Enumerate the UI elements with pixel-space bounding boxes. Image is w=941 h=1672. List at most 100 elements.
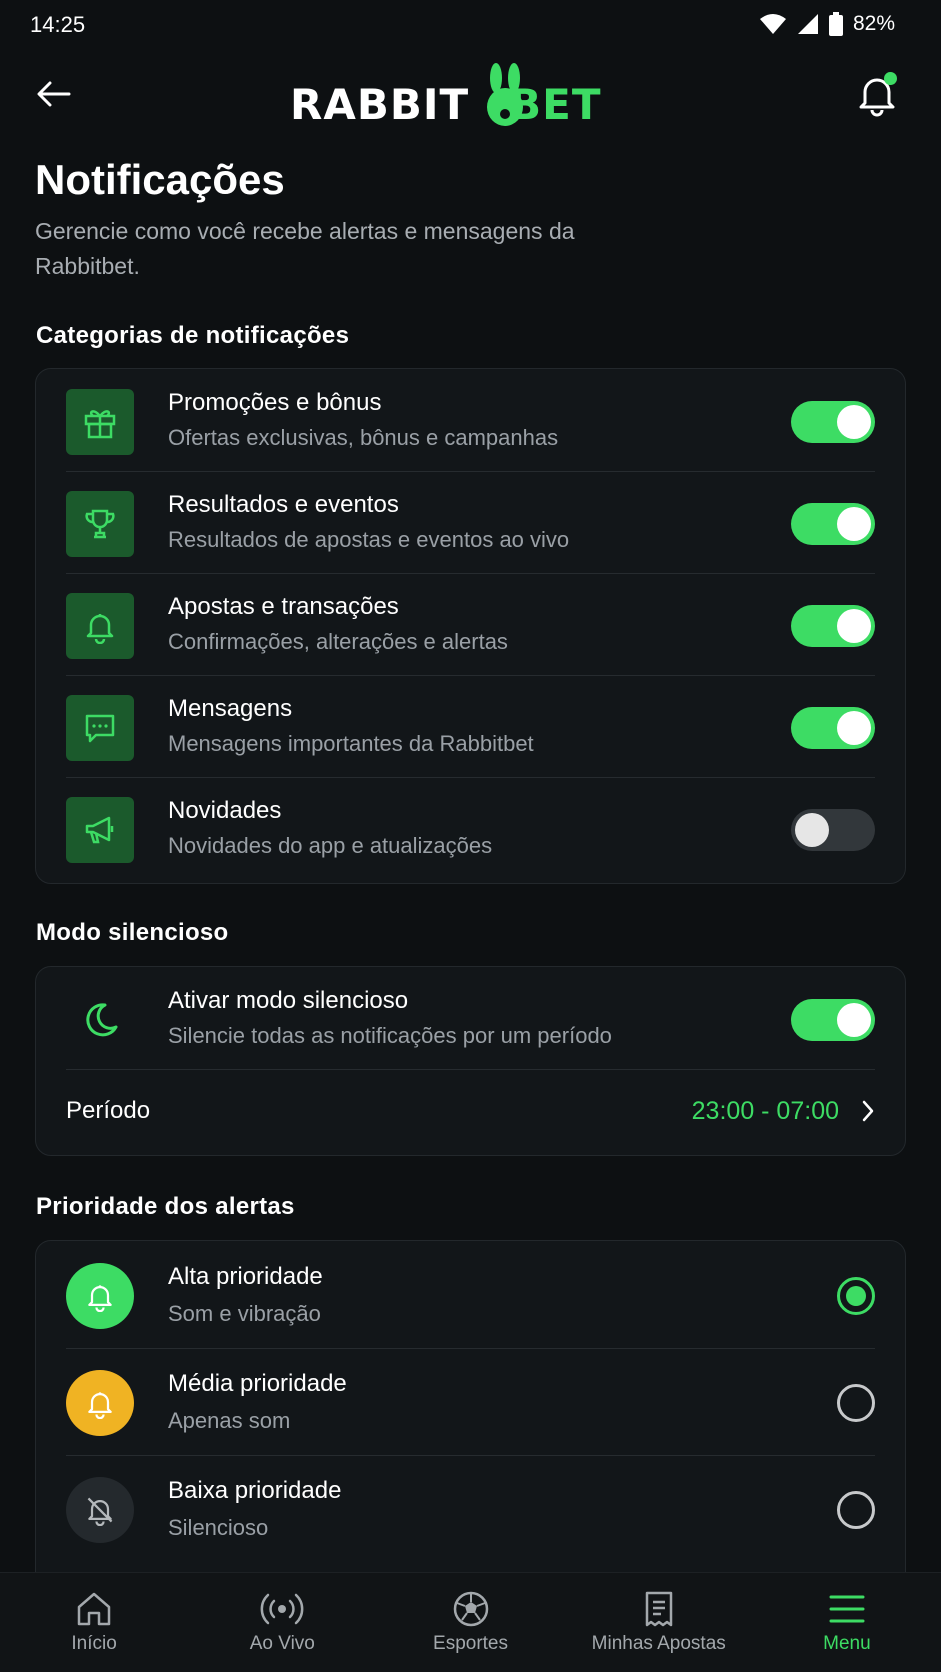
- nav-label: Esportes: [433, 1633, 508, 1654]
- bell-off-icon: [87, 1497, 113, 1526]
- status-bar: 14:25 82%: [0, 0, 941, 50]
- bell-icon: [88, 1392, 112, 1419]
- toggle-promotions[interactable]: [791, 401, 875, 443]
- nav-item-sports[interactable]: Esportes: [376, 1573, 564, 1672]
- toggle-messages[interactable]: [791, 707, 875, 749]
- gift-icon: [84, 410, 116, 439]
- category-row-results: Resultados e eventos Resultados de apost…: [36, 471, 905, 573]
- silent-heading: Modo silencioso: [36, 919, 229, 946]
- soccer-ball-icon: [453, 1591, 488, 1627]
- category-subtitle: Ofertas exclusivas, bônus e campanhas: [168, 425, 559, 450]
- radio-low[interactable]: [837, 1491, 875, 1529]
- chevron-right-icon: [862, 1100, 874, 1122]
- signal-icon: [797, 14, 818, 34]
- category-title: Apostas e transações: [168, 593, 399, 620]
- category-icon-box: [66, 695, 134, 761]
- app-header: RABBIT BET: [0, 52, 941, 138]
- toggle-knob: [837, 711, 871, 745]
- bell-icon: [88, 1285, 112, 1312]
- category-subtitle: Mensagens importantes da Rabbitbet: [168, 731, 534, 756]
- priority-subtitle: Som e vibração: [168, 1301, 321, 1326]
- back-button[interactable]: [32, 72, 76, 116]
- toggle-silent-mode[interactable]: [791, 999, 875, 1041]
- chat-icon: [85, 714, 115, 743]
- radio-medium[interactable]: [837, 1384, 875, 1422]
- priority-icon-low: [66, 1477, 134, 1543]
- toggle-knob: [795, 813, 829, 847]
- logo-text: RABBIT BET: [290, 80, 602, 129]
- trophy-icon: [85, 509, 115, 539]
- silent-title: Ativar modo silencioso: [168, 987, 409, 1014]
- category-icon-box: [66, 797, 134, 863]
- category-row-news: Novidades Novidades do app e atualizaçõe…: [36, 777, 905, 879]
- page-title: Notificações: [35, 156, 285, 203]
- toggle-results[interactable]: [791, 503, 875, 545]
- category-title: Promoções e bônus: [168, 389, 382, 416]
- category-row-promotions: Promoções e bônus Ofertas exclusivas, bô…: [36, 369, 905, 471]
- nav-item-home[interactable]: Início: [0, 1573, 188, 1672]
- silent-subtitle: Silencie todas as notificações por um pe…: [168, 1023, 612, 1048]
- home-icon: [77, 1592, 111, 1626]
- toggle-knob: [837, 507, 871, 541]
- period-value: 23:00 - 07:00: [691, 1097, 839, 1125]
- period-row[interactable]: Período 23:00 - 07:00: [36, 1069, 905, 1153]
- category-title: Resultados e eventos: [168, 491, 399, 518]
- category-icon-box: [66, 593, 134, 659]
- priority-icon-medium: [66, 1370, 134, 1436]
- bottom-nav: Início Ao Vivo Esportes Minhas Apostas M…: [0, 1572, 941, 1672]
- radio-high[interactable]: [837, 1277, 875, 1315]
- battery-percent: 82%: [852, 12, 895, 35]
- priority-icon-high: [66, 1263, 134, 1329]
- category-row-messages: Mensagens Mensagens importantes da Rabbi…: [36, 675, 905, 777]
- nav-label: Menu: [823, 1633, 871, 1654]
- moon-icon: [86, 1003, 118, 1037]
- category-icon-box: [66, 491, 134, 557]
- nav-label: Minhas Apostas: [591, 1633, 726, 1654]
- priority-title: Baixa prioridade: [168, 1477, 342, 1504]
- priority-row-high[interactable]: Alta prioridade Som e vibração: [36, 1241, 905, 1348]
- status-icons: 82%: [759, 12, 895, 36]
- battery-icon: [828, 12, 843, 36]
- category-row-bets: Apostas e transações Confirmações, alter…: [36, 573, 905, 675]
- priority-subtitle: Apenas som: [168, 1408, 291, 1433]
- priority-heading: Prioridade dos alertas: [36, 1193, 295, 1220]
- notifications-button[interactable]: [853, 70, 901, 118]
- toggle-news[interactable]: [791, 809, 875, 851]
- nav-item-menu[interactable]: Menu: [753, 1573, 941, 1672]
- category-icon-box: [66, 389, 134, 455]
- notification-dot: [884, 72, 897, 85]
- toggle-knob: [837, 609, 871, 643]
- priority-row-low[interactable]: Baixa prioridade Silencioso: [36, 1455, 905, 1562]
- nav-label: Início: [71, 1633, 117, 1654]
- priority-title: Média prioridade: [168, 1370, 347, 1397]
- silent-row: Ativar modo silencioso Silencie todas as…: [36, 967, 905, 1069]
- megaphone-icon: [85, 816, 114, 844]
- nav-label: Ao Vivo: [249, 1633, 315, 1654]
- live-icon: [260, 1593, 304, 1625]
- toggle-bets[interactable]: [791, 605, 875, 647]
- rabbitbet-logo: RABBIT BET: [290, 62, 650, 129]
- priority-card: Alta prioridade Som e vibração Média pri…: [35, 1240, 906, 1620]
- silent-card: Ativar modo silencioso Silencie todas as…: [35, 966, 906, 1156]
- rabbit-logo-icon: [487, 63, 523, 126]
- moon-icon-wrap: [66, 987, 134, 1053]
- nav-item-live[interactable]: Ao Vivo: [188, 1573, 376, 1672]
- priority-row-medium[interactable]: Média prioridade Apenas som: [36, 1348, 905, 1455]
- menu-icon: [829, 1595, 865, 1623]
- categories-heading: Categorias de notificações: [36, 322, 350, 349]
- ticket-icon: [645, 1591, 672, 1627]
- categories-card: Promoções e bônus Ofertas exclusivas, bô…: [35, 368, 906, 884]
- priority-title: Alta prioridade: [168, 1263, 323, 1290]
- category-subtitle: Novidades do app e atualizações: [168, 833, 493, 858]
- page-subtitle: Gerencie como você recebe alertas e mens…: [35, 218, 575, 279]
- period-label: Período: [66, 1097, 151, 1124]
- priority-subtitle: Silencioso: [168, 1515, 269, 1540]
- category-title: Novidades: [168, 797, 282, 824]
- arrow-left-icon: [37, 81, 71, 107]
- nav-item-my-bets[interactable]: Minhas Apostas: [565, 1573, 753, 1672]
- toggle-knob: [837, 405, 871, 439]
- wifi-icon: [759, 14, 786, 34]
- category-subtitle: Resultados de apostas e eventos ao vivo: [168, 527, 570, 552]
- status-time: 14:25: [30, 12, 86, 37]
- category-title: Mensagens: [168, 695, 293, 722]
